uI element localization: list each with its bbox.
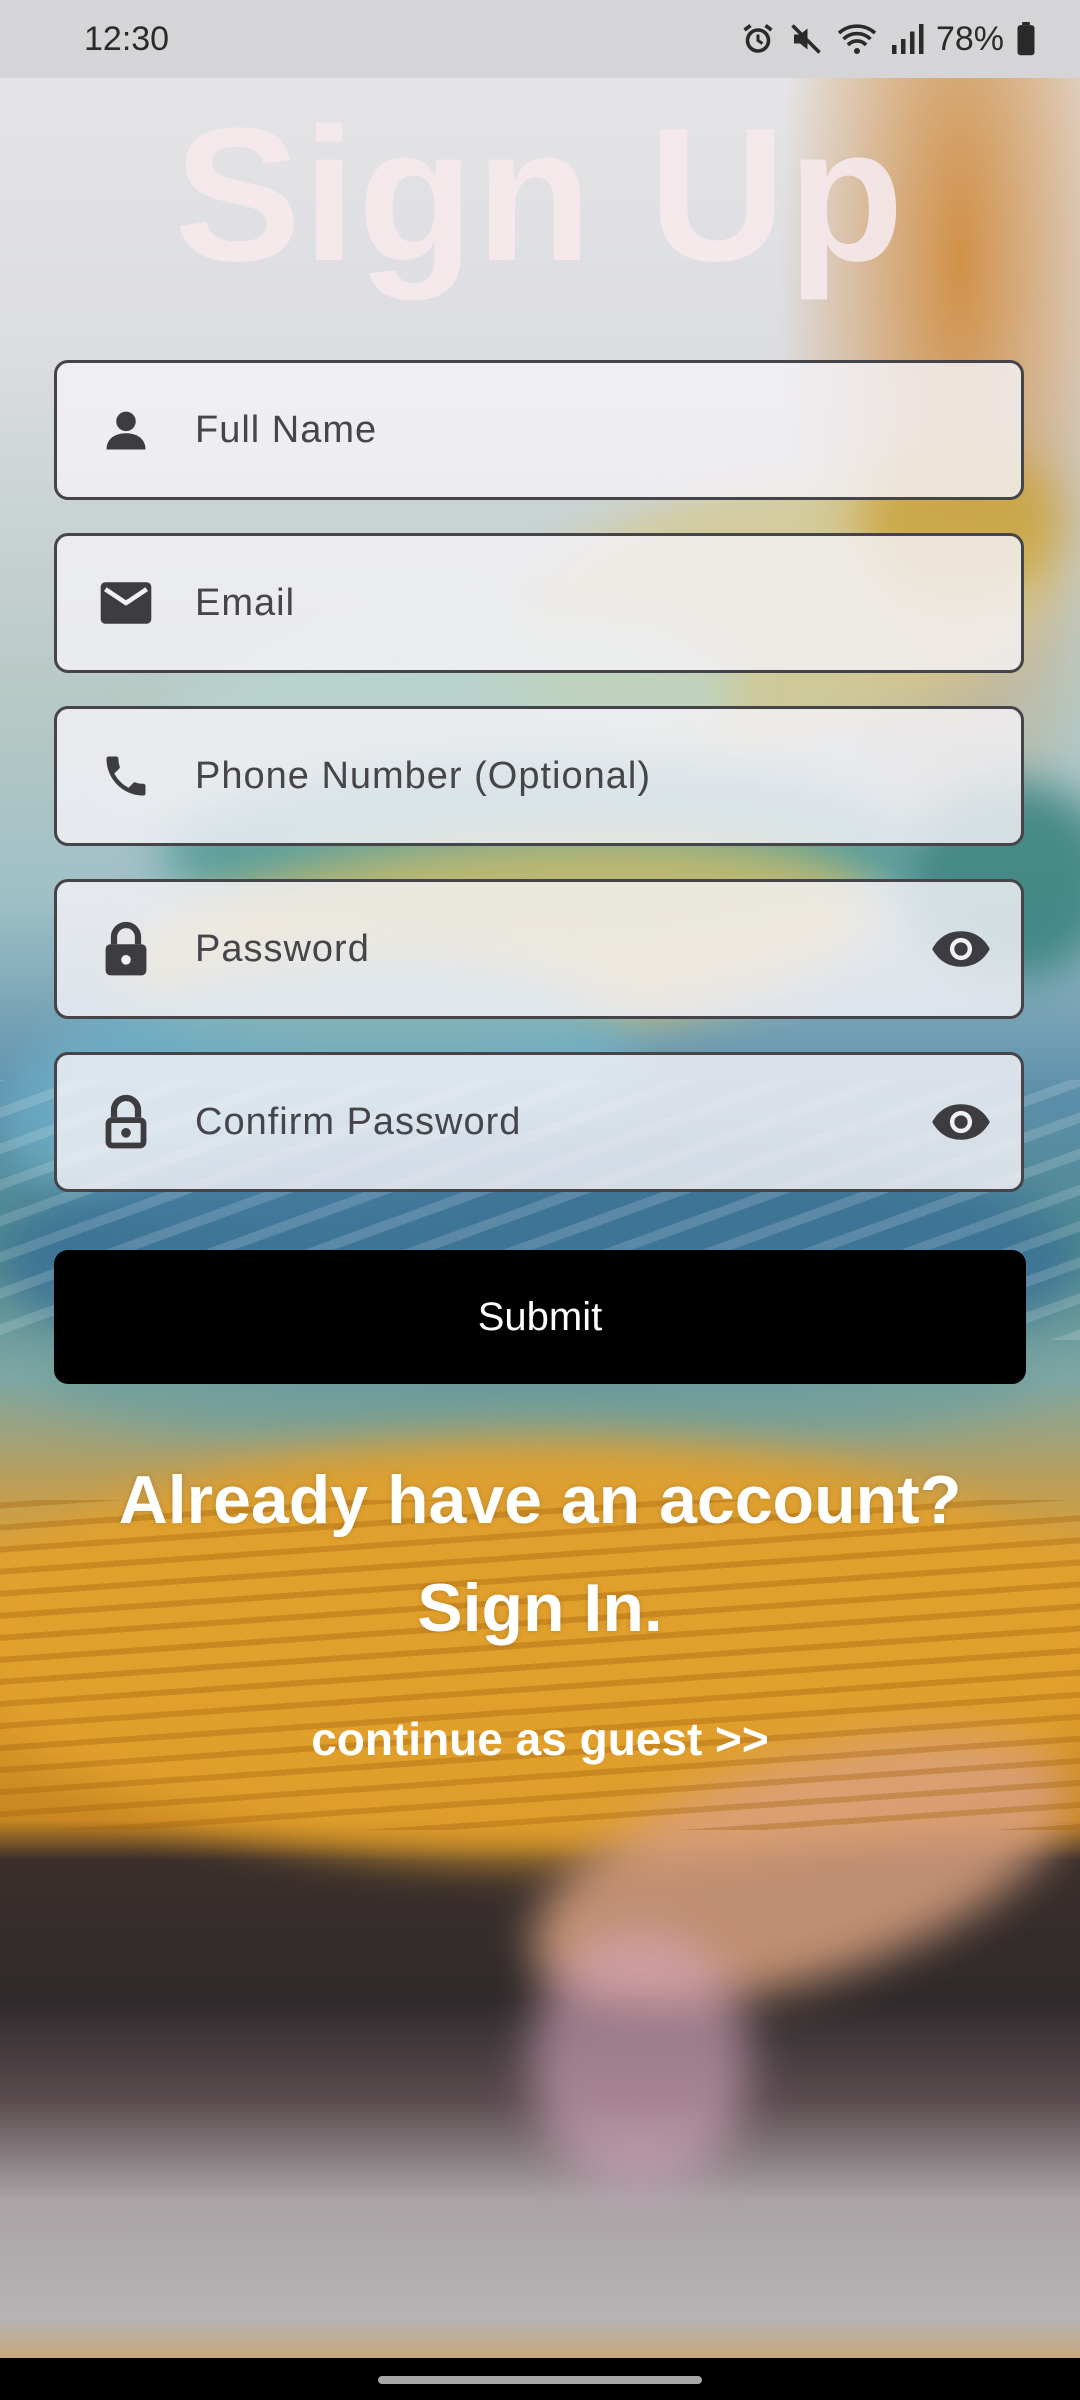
person-icon	[57, 404, 195, 456]
wifi-icon	[836, 21, 878, 57]
confirm-password-input[interactable]	[195, 1055, 901, 1189]
signal-icon	[890, 21, 924, 57]
page-title: Sign Up	[174, 89, 906, 301]
submit-button[interactable]: Submit	[54, 1250, 1026, 1384]
status-icons: 78%	[740, 20, 1036, 59]
battery-icon	[1016, 22, 1036, 56]
phone-field[interactable]	[54, 706, 1024, 846]
password-input[interactable]	[195, 882, 901, 1016]
status-bar: 12:30 78%	[0, 0, 1080, 78]
mute-icon	[788, 21, 824, 57]
lock-icon	[57, 920, 195, 978]
eye-icon[interactable]	[901, 929, 1021, 969]
full-name-input[interactable]	[195, 363, 1021, 497]
phone-icon	[57, 750, 195, 802]
confirm-password-field[interactable]	[54, 1052, 1024, 1192]
full-name-field[interactable]	[54, 360, 1024, 500]
sign-in-prompt: Already have an account?	[118, 1462, 962, 1538]
continue-as-guest-link[interactable]: continue as guest >>	[0, 1712, 1080, 1766]
email-field[interactable]	[54, 533, 1024, 673]
eye-icon[interactable]	[901, 1102, 1021, 1142]
sign-in-label: Sign In.	[417, 1570, 663, 1646]
email-input[interactable]	[195, 536, 1021, 670]
password-field[interactable]	[54, 879, 1024, 1019]
navigation-bar	[0, 2358, 1080, 2400]
alarm-icon	[740, 21, 776, 57]
phone-input[interactable]	[195, 709, 1021, 843]
mail-icon	[57, 580, 195, 626]
sign-in-link[interactable]: Already have an account? Sign In.	[0, 1446, 1080, 1662]
lock-outline-icon	[57, 1093, 195, 1151]
status-time: 12:30	[84, 19, 170, 58]
home-gesture-handle[interactable]	[378, 2376, 702, 2384]
battery-text: 78%	[935, 19, 1004, 58]
